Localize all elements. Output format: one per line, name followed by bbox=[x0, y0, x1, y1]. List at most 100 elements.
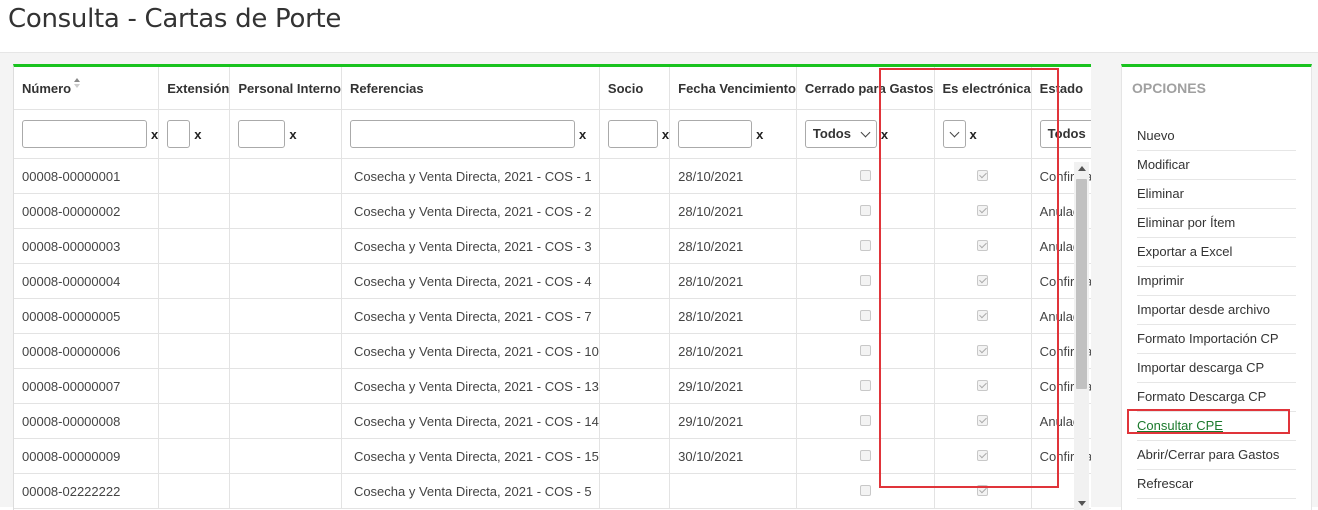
table-row[interactable]: 00008-00000006 Cosecha y Venta Directa, 2… bbox=[14, 333, 1091, 369]
option-importar-descarga-cp[interactable]: Importar descarga CP bbox=[1137, 354, 1296, 383]
option-modificar[interactable]: Modificar bbox=[1137, 151, 1296, 180]
filter-cerrado-select[interactable]: Todos bbox=[804, 120, 877, 148]
cell-es-electronica bbox=[934, 298, 1032, 334]
option-eliminar-por-item[interactable]: Eliminar por Ítem bbox=[1137, 209, 1296, 238]
col-header-referencias[interactable]: Referencias bbox=[341, 67, 600, 110]
filter-electronica-select[interactable] bbox=[942, 120, 966, 148]
option-refrescar[interactable]: Refrescar bbox=[1137, 470, 1296, 499]
cell-referencias: Cosecha y Venta Directa, 2021 - COS - 14 bbox=[341, 403, 600, 439]
table-row[interactable]: 00008-02222222 Cosecha y Venta Directa, 2… bbox=[14, 473, 1091, 509]
cell-personal bbox=[229, 438, 342, 474]
option-consultar-cpe[interactable]: Consultar CPE bbox=[1137, 412, 1296, 441]
table-row[interactable]: 00008-00000007 Cosecha y Venta Directa, 2… bbox=[14, 368, 1091, 404]
table-row[interactable]: 00008-00000004 Cosecha y Venta Directa, 2… bbox=[14, 263, 1091, 299]
cell-cerrado bbox=[796, 193, 935, 229]
clear-filter-socio[interactable]: x bbox=[662, 127, 669, 142]
col-header-estado[interactable]: Estado bbox=[1031, 67, 1091, 110]
cell-extension bbox=[158, 438, 231, 474]
options-list: Nuevo Modificar Eliminar Eliminar por Ítem E… bbox=[1137, 122, 1296, 499]
scroll-thumb[interactable] bbox=[1076, 179, 1087, 389]
option-importar-desde-archivo[interactable]: Importar desde archivo bbox=[1137, 296, 1296, 325]
cell-socio bbox=[599, 263, 671, 299]
filter-estado-select[interactable]: Todos bbox=[1039, 120, 1091, 148]
cell-personal bbox=[229, 158, 342, 194]
col-header-numero[interactable]: Número bbox=[14, 67, 160, 110]
filter-fecha-input[interactable] bbox=[678, 120, 753, 148]
cell-socio bbox=[599, 438, 671, 474]
clear-filter-extension[interactable]: x bbox=[194, 127, 201, 142]
cell-referencias: Cosecha y Venta Directa, 2021 - COS - 2 bbox=[341, 193, 600, 229]
clear-filter-personal[interactable]: x bbox=[289, 127, 296, 142]
checkbox bbox=[859, 379, 871, 391]
checkbox-checked bbox=[977, 414, 989, 426]
checkbox-checked bbox=[977, 484, 989, 496]
cell-es-electronica bbox=[934, 438, 1032, 474]
option-nuevo[interactable]: Nuevo bbox=[1137, 122, 1296, 151]
cell-referencias: Cosecha y Venta Directa, 2021 - COS - 5 bbox=[341, 473, 600, 509]
grid-scrollbar[interactable] bbox=[1074, 162, 1089, 510]
cell-personal bbox=[229, 368, 342, 404]
clear-filter-referencias[interactable]: x bbox=[579, 127, 586, 142]
checkbox-checked bbox=[977, 239, 989, 251]
cell-referencias: Cosecha y Venta Directa, 2021 - COS - 1 bbox=[341, 158, 600, 194]
scroll-up-icon[interactable] bbox=[1078, 166, 1086, 171]
cell-referencias: Cosecha y Venta Directa, 2021 - COS - 3 bbox=[341, 228, 600, 264]
checkbox bbox=[859, 449, 871, 461]
cell-numero: 00008-00000003 bbox=[14, 228, 160, 264]
table-row[interactable]: 00008-00000008 Cosecha y Venta Directa, 2… bbox=[14, 403, 1091, 439]
filter-numero-input[interactable] bbox=[22, 120, 147, 148]
table-row[interactable]: 00008-00000003 Cosecha y Venta Directa, 2… bbox=[14, 228, 1091, 264]
option-imprimir[interactable]: Imprimir bbox=[1137, 267, 1296, 296]
clear-filter-electronica[interactable]: x bbox=[970, 127, 977, 142]
cell-cerrado bbox=[796, 473, 935, 509]
cell-fecha bbox=[669, 473, 797, 509]
option-exportar-a-excel[interactable]: Exportar a Excel bbox=[1137, 238, 1296, 267]
cell-extension bbox=[158, 403, 231, 439]
cell-cerrado bbox=[796, 158, 935, 194]
col-header-fecha-vencimiento[interactable]: Fecha Vencimiento bbox=[669, 67, 797, 110]
table-row[interactable]: 00008-00000005 Cosecha y Venta Directa, 2… bbox=[14, 298, 1091, 334]
cell-personal bbox=[229, 473, 342, 509]
col-header-personal[interactable]: Personal Interno bbox=[229, 67, 342, 110]
clear-filter-cerrado[interactable]: x bbox=[881, 127, 888, 142]
clear-filter-fecha[interactable]: x bbox=[756, 127, 763, 142]
filter-socio-input[interactable] bbox=[607, 120, 658, 148]
table-row[interactable]: 00008-00000009 Cosecha y Venta Directa, 2… bbox=[14, 438, 1091, 474]
cell-numero: 00008-00000009 bbox=[14, 438, 160, 474]
cell-extension bbox=[158, 228, 231, 264]
checkbox bbox=[859, 414, 871, 426]
cell-fecha: 29/10/2021 bbox=[669, 403, 797, 439]
cell-cerrado bbox=[796, 228, 935, 264]
sort-icon[interactable] bbox=[74, 77, 81, 89]
cell-personal bbox=[229, 193, 342, 229]
checkbox bbox=[859, 344, 871, 356]
table-row[interactable]: 00008-00000001 Cosecha y Venta Directa, 2… bbox=[14, 158, 1091, 194]
cell-socio bbox=[599, 403, 671, 439]
data-grid: Número Extensión Personal Interno Refere… bbox=[14, 67, 1091, 509]
clear-filter-numero[interactable]: x bbox=[151, 127, 158, 142]
cell-fecha: 28/10/2021 bbox=[669, 333, 797, 369]
cell-referencias: Cosecha y Venta Directa, 2021 - COS - 15 bbox=[341, 438, 600, 474]
checkbox bbox=[859, 309, 871, 321]
option-formato-importacion-cp[interactable]: Formato Importación CP bbox=[1137, 325, 1296, 354]
filter-personal-input[interactable] bbox=[238, 120, 286, 148]
option-eliminar[interactable]: Eliminar bbox=[1137, 180, 1296, 209]
col-header-socio[interactable]: Socio bbox=[599, 67, 671, 110]
filter-row: x x x x x x Todosx x Todosx bbox=[14, 109, 1091, 159]
cell-personal bbox=[229, 403, 342, 439]
option-formato-descarga-cp[interactable]: Formato Descarga CP bbox=[1137, 383, 1296, 412]
col-header-es-electronica[interactable]: Es electrónica bbox=[934, 67, 1032, 110]
cell-es-electronica bbox=[934, 158, 1032, 194]
page-header: Consulta - Cartas de Porte bbox=[0, 0, 1318, 53]
filter-referencias-input[interactable] bbox=[349, 120, 575, 148]
cell-numero: 00008-02222222 bbox=[14, 473, 160, 509]
filter-extension-input[interactable] bbox=[167, 120, 191, 148]
scroll-down-icon[interactable] bbox=[1078, 501, 1086, 506]
cell-socio bbox=[599, 298, 671, 334]
cell-numero: 00008-00000001 bbox=[14, 158, 160, 194]
col-header-extension[interactable]: Extensión bbox=[158, 67, 231, 110]
col-header-cerrado[interactable]: Cerrado para Gastos bbox=[796, 67, 935, 110]
table-row[interactable]: 00008-00000002 Cosecha y Venta Directa, 2… bbox=[14, 193, 1091, 229]
cell-numero: 00008-00000007 bbox=[14, 368, 160, 404]
option-abrir-cerrar-para-gastos[interactable]: Abrir/Cerrar para Gastos bbox=[1137, 441, 1296, 470]
